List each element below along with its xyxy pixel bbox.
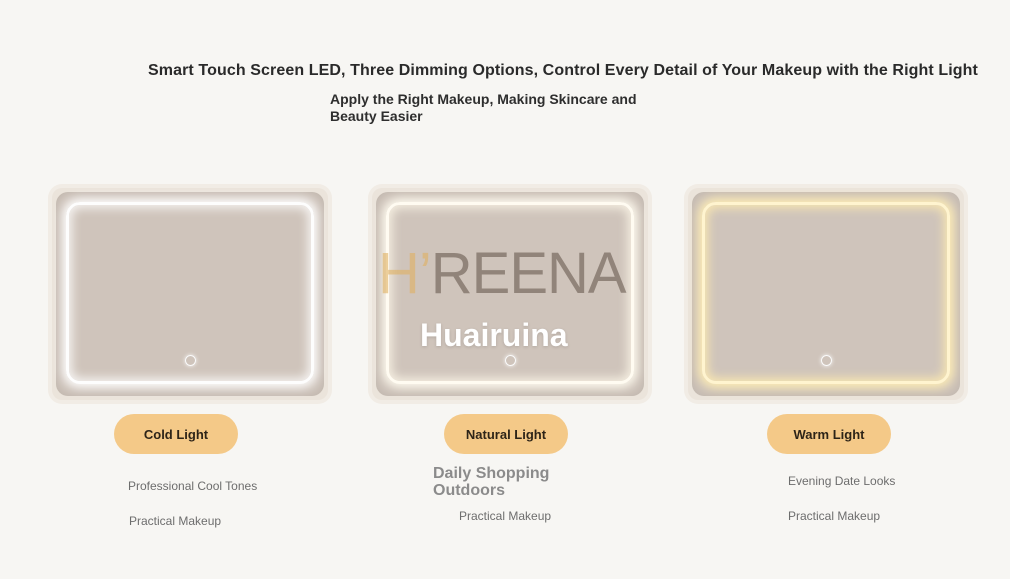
cold-light-button[interactable]: Cold Light: [114, 414, 238, 454]
feature-natural-2: Practical Makeup: [459, 509, 552, 523]
mirror-cold-light: [52, 188, 328, 400]
warm-light-button[interactable]: Warm Light: [767, 414, 891, 454]
power-touch-icon: [185, 355, 196, 366]
feature-warm-1: Evening Date Looks: [788, 474, 896, 488]
watermark-text: Huairuina: [420, 317, 568, 353]
logo-h: H’: [378, 241, 432, 306]
feature-warm-2: Practical Makeup: [788, 509, 881, 523]
feature-cold-1: Professional Cool Tones: [128, 479, 258, 493]
subheadline: Apply the Right Makeup, Making Skincare …: [330, 91, 637, 124]
power-touch-icon: [821, 355, 832, 366]
feature-natural-1: Daily Shopping Outdoors: [433, 465, 550, 499]
headline: Smart Touch Screen LED, Three Dimming Op…: [148, 62, 978, 79]
power-touch-icon: [505, 355, 516, 366]
logo-text: REENA: [430, 241, 627, 306]
mirror-warm-light: [688, 188, 964, 400]
feature-cold-2: Practical Makeup: [129, 514, 222, 528]
natural-light-button[interactable]: Natural Light: [444, 414, 568, 454]
brand-logo-watermark: H’REENA: [378, 240, 627, 307]
